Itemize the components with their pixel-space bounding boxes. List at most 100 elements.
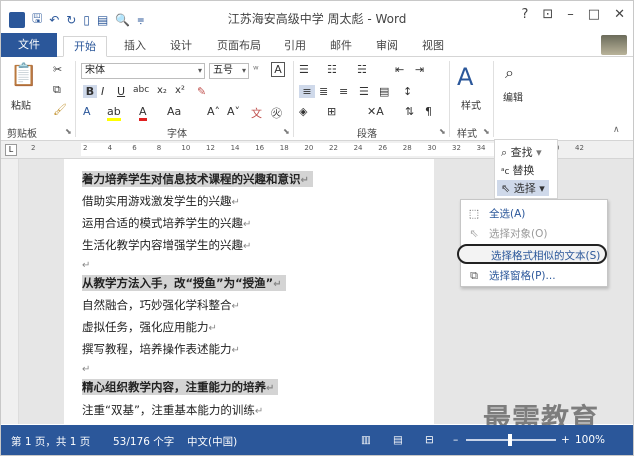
chinese-layout-icon[interactable]: ✕A <box>367 105 384 118</box>
cut-icon[interactable]: ✂ <box>53 63 62 76</box>
highlight-color-icon[interactable]: ab <box>107 105 121 121</box>
zoom-slider-thumb[interactable] <box>508 434 512 446</box>
phonetic-guide-icon[interactable]: ʷ <box>253 63 259 76</box>
document-line[interactable]: 精心组织教学内容，注重能力的培养↵ <box>82 379 279 395</box>
char-border-icon[interactable]: A <box>271 62 285 77</box>
web-layout-icon[interactable]: ⊟ <box>425 434 434 446</box>
grow-font-icon[interactable]: A˄ <box>207 105 220 118</box>
font-size-select[interactable]: 五号 ▾ <box>209 63 249 79</box>
document-line[interactable]: 虚拟任务，强化应用能力↵ <box>82 319 217 335</box>
ruler-tick-label: 10 <box>181 144 191 152</box>
text-effect-icon[interactable]: A <box>83 105 91 118</box>
strikethrough-icon[interactable]: abc <box>133 85 149 95</box>
document-line[interactable]: 运用合适的模式培养学生的兴趣↵ <box>82 215 251 231</box>
ruler-tick-label: 42 <box>575 144 584 152</box>
subscript-icon[interactable]: x₂ <box>157 85 167 96</box>
copy-icon[interactable]: ⧉ <box>53 83 61 97</box>
tab-home[interactable]: 开始 <box>63 36 107 57</box>
read-mode-icon[interactable]: ▥ <box>361 434 371 446</box>
paste-button[interactable]: 粘贴 <box>11 97 31 112</box>
language-indicator[interactable]: 中文(中国) <box>187 434 237 449</box>
styles-launcher-icon[interactable]: ⬊ <box>483 127 490 136</box>
tab-mailings[interactable]: 邮件 <box>323 36 359 57</box>
user-avatar[interactable] <box>601 35 627 55</box>
paste-icon[interactable]: 📋 <box>9 63 39 88</box>
ruler-tick-label: 24 <box>353 144 363 152</box>
underline-icon[interactable]: U <box>117 85 125 98</box>
zoom-out-icon[interactable]: – <box>453 434 458 446</box>
print-layout-icon[interactable]: ▤ <box>393 434 403 446</box>
tab-insert[interactable]: 插入 <box>117 36 153 57</box>
zoom-in-icon[interactable]: + <box>561 434 570 446</box>
font-launcher-icon[interactable]: ⬊ <box>283 127 290 136</box>
enclose-char-icon[interactable]: ㊋ <box>271 105 282 121</box>
line-spacing-icon[interactable]: ↕ <box>403 85 412 98</box>
bullets-icon[interactable]: ☰ <box>299 63 309 76</box>
align-center-icon[interactable]: ≣ <box>319 85 328 98</box>
help-icon[interactable]: ? <box>521 7 528 22</box>
borders-icon[interactable]: ⊞ <box>327 105 336 118</box>
editing-button[interactable]: 编辑 <box>503 89 523 104</box>
increase-indent-icon[interactable]: ⇥ <box>415 63 424 76</box>
clipboard-launcher-icon[interactable]: ⬊ <box>65 127 72 136</box>
ruler-tick-label: 26 <box>378 144 388 152</box>
replace-button[interactable]: ᵃc 替换 <box>501 162 534 178</box>
ruler-tick-label: 8 <box>156 144 162 152</box>
bold-icon[interactable]: B <box>83 85 97 98</box>
separator <box>75 61 76 137</box>
sort-icon[interactable]: ⇅ <box>405 105 414 118</box>
clear-format-icon[interactable]: ✎ <box>197 85 206 98</box>
menu-item-select-similar-formatting[interactable]: 选择格式相似的文本(S) <box>457 244 607 264</box>
maximize-icon[interactable]: □ <box>588 7 600 22</box>
document-line[interactable]: 注重“双基”，注重基本能力的训练↵ <box>82 402 263 418</box>
page-count[interactable]: 第 1 页，共 1 页 <box>11 434 90 449</box>
document-line[interactable]: 从教学方法入手，改“授鱼”为“授渔”↵ <box>82 275 286 291</box>
document-line[interactable]: 生活化教学内容增强学生的兴趣↵ <box>82 237 251 253</box>
superscript-icon[interactable]: x² <box>175 85 185 96</box>
change-case-icon[interactable]: Aa <box>167 105 181 118</box>
italic-icon[interactable]: I <box>101 85 104 98</box>
document-page[interactable]: 着力培养学生对信息技术课程的兴趣和意识↵ 借助实用游戏激发学生的兴趣↵ 运用合适… <box>64 159 434 424</box>
shading-icon[interactable]: ◈ <box>299 105 307 118</box>
tab-view[interactable]: 视图 <box>415 36 451 57</box>
styles-button[interactable]: 样式 <box>461 97 481 112</box>
tab-review[interactable]: 审阅 <box>369 36 405 57</box>
minimize-icon[interactable]: – <box>567 7 574 22</box>
close-icon[interactable]: ✕ <box>614 7 625 22</box>
binoculars-icon[interactable]: ⌕ <box>505 63 514 83</box>
menu-item-select-all[interactable]: ⬚ 全选(A) <box>461 204 607 224</box>
collapse-ribbon-icon[interactable]: ∧ <box>613 125 620 135</box>
ribbon-tabs: 文件 开始 插入 设计 页面布局 引用 邮件 审阅 视图 <box>1 33 633 57</box>
paragraph-launcher-icon[interactable]: ⬊ <box>439 127 446 136</box>
find-button[interactable]: ⌕ 查找 ▾ <box>501 144 542 160</box>
document-line[interactable]: 着力培养学生对信息技术课程的兴趣和意识↵ <box>82 171 313 187</box>
document-line[interactable]: 撰写教程，培养操作表述能力↵ <box>82 341 240 357</box>
show-marks-icon[interactable]: ¶ <box>425 105 432 118</box>
align-left-icon[interactable]: ≡ <box>299 85 315 98</box>
justify-icon[interactable]: ☰ <box>359 85 369 98</box>
styles-icon[interactable]: A <box>457 63 473 91</box>
document-line[interactable]: 自然融合，巧妙强化学科整合↵ <box>82 297 240 313</box>
tab-file[interactable]: 文件 <box>1 33 57 57</box>
font-color-icon[interactable]: A <box>139 105 147 121</box>
char-shading-icon[interactable]: 文 <box>251 105 262 121</box>
font-name-select[interactable]: 宋体 ▾ <box>81 63 205 79</box>
document-line[interactable]: ↵ <box>82 257 90 271</box>
distributed-icon[interactable]: ▤ <box>379 85 389 98</box>
ribbon-display-icon[interactable]: ⊡ <box>542 7 553 22</box>
tab-page-layout[interactable]: 页面布局 <box>211 36 267 57</box>
numbering-icon[interactable]: ☷ <box>327 63 337 76</box>
multilevel-list-icon[interactable]: ☵ <box>357 63 367 76</box>
document-line[interactable]: ↵ <box>82 361 90 375</box>
document-line[interactable]: 借助实用游戏激发学生的兴趣↵ <box>82 193 240 209</box>
format-painter-icon[interactable]: 🖌 <box>53 103 67 116</box>
decrease-indent-icon[interactable]: ⇤ <box>395 63 404 76</box>
zoom-level[interactable]: 100% <box>575 434 605 446</box>
tab-design[interactable]: 设计 <box>163 36 199 57</box>
tab-references[interactable]: 引用 <box>277 36 313 57</box>
shrink-font-icon[interactable]: A˅ <box>227 105 240 118</box>
align-right-icon[interactable]: ≡ <box>339 85 348 98</box>
menu-item-selection-pane[interactable]: ⧉ 选择窗格(P)... <box>461 266 607 286</box>
select-button[interactable]: ⇖ 选择 ▾ <box>497 180 549 196</box>
word-count[interactable]: 53/176 个字 <box>113 434 174 449</box>
